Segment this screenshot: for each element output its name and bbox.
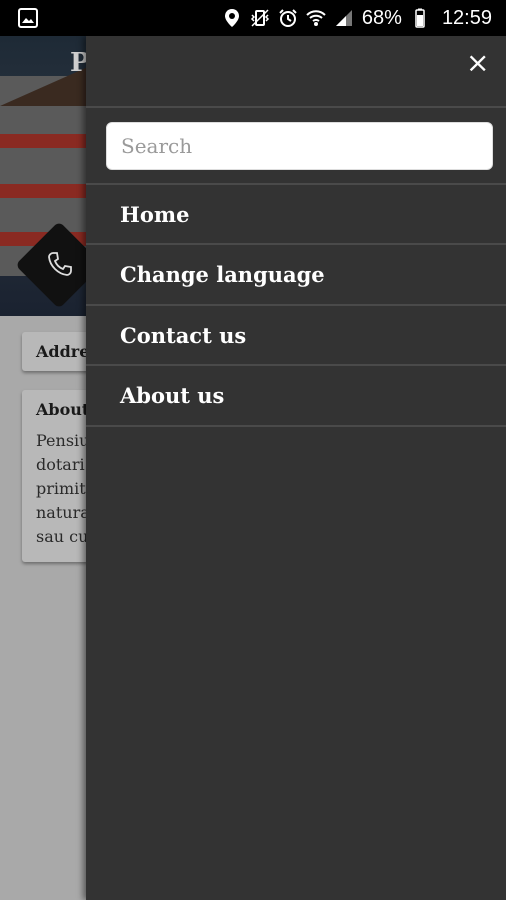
battery-icon xyxy=(415,8,425,28)
signal-icon xyxy=(335,10,352,26)
gallery-icon xyxy=(18,8,38,28)
wifi-icon xyxy=(306,10,326,26)
location-icon xyxy=(224,9,239,27)
battery-percent: 68% xyxy=(361,6,402,29)
menu-item-label: Contact us xyxy=(120,322,247,348)
vibrate-icon xyxy=(250,9,269,27)
status-bar: 68% 12:59 xyxy=(0,0,506,36)
close-icon[interactable]: × xyxy=(466,49,489,77)
menu-item-home[interactable]: Home xyxy=(86,185,506,243)
phone-icon xyxy=(48,252,72,276)
search-input[interactable] xyxy=(106,122,493,170)
menu-item-label: Change language xyxy=(120,261,325,287)
menu-item-label: Home xyxy=(120,201,190,227)
divider xyxy=(86,106,506,108)
navigation-drawer: × Home Change language Contact us About … xyxy=(86,36,506,900)
status-icons: 68% 12:59 xyxy=(222,0,492,36)
menu-item-label: About us xyxy=(120,382,225,408)
divider xyxy=(86,425,506,427)
menu-item-contact-us[interactable]: Contact us xyxy=(86,306,506,364)
clock: 12:59 xyxy=(441,6,492,29)
menu-item-change-language[interactable]: Change language xyxy=(86,245,506,303)
menu-item-about-us[interactable]: About us xyxy=(86,366,506,424)
alarm-icon xyxy=(279,9,297,27)
